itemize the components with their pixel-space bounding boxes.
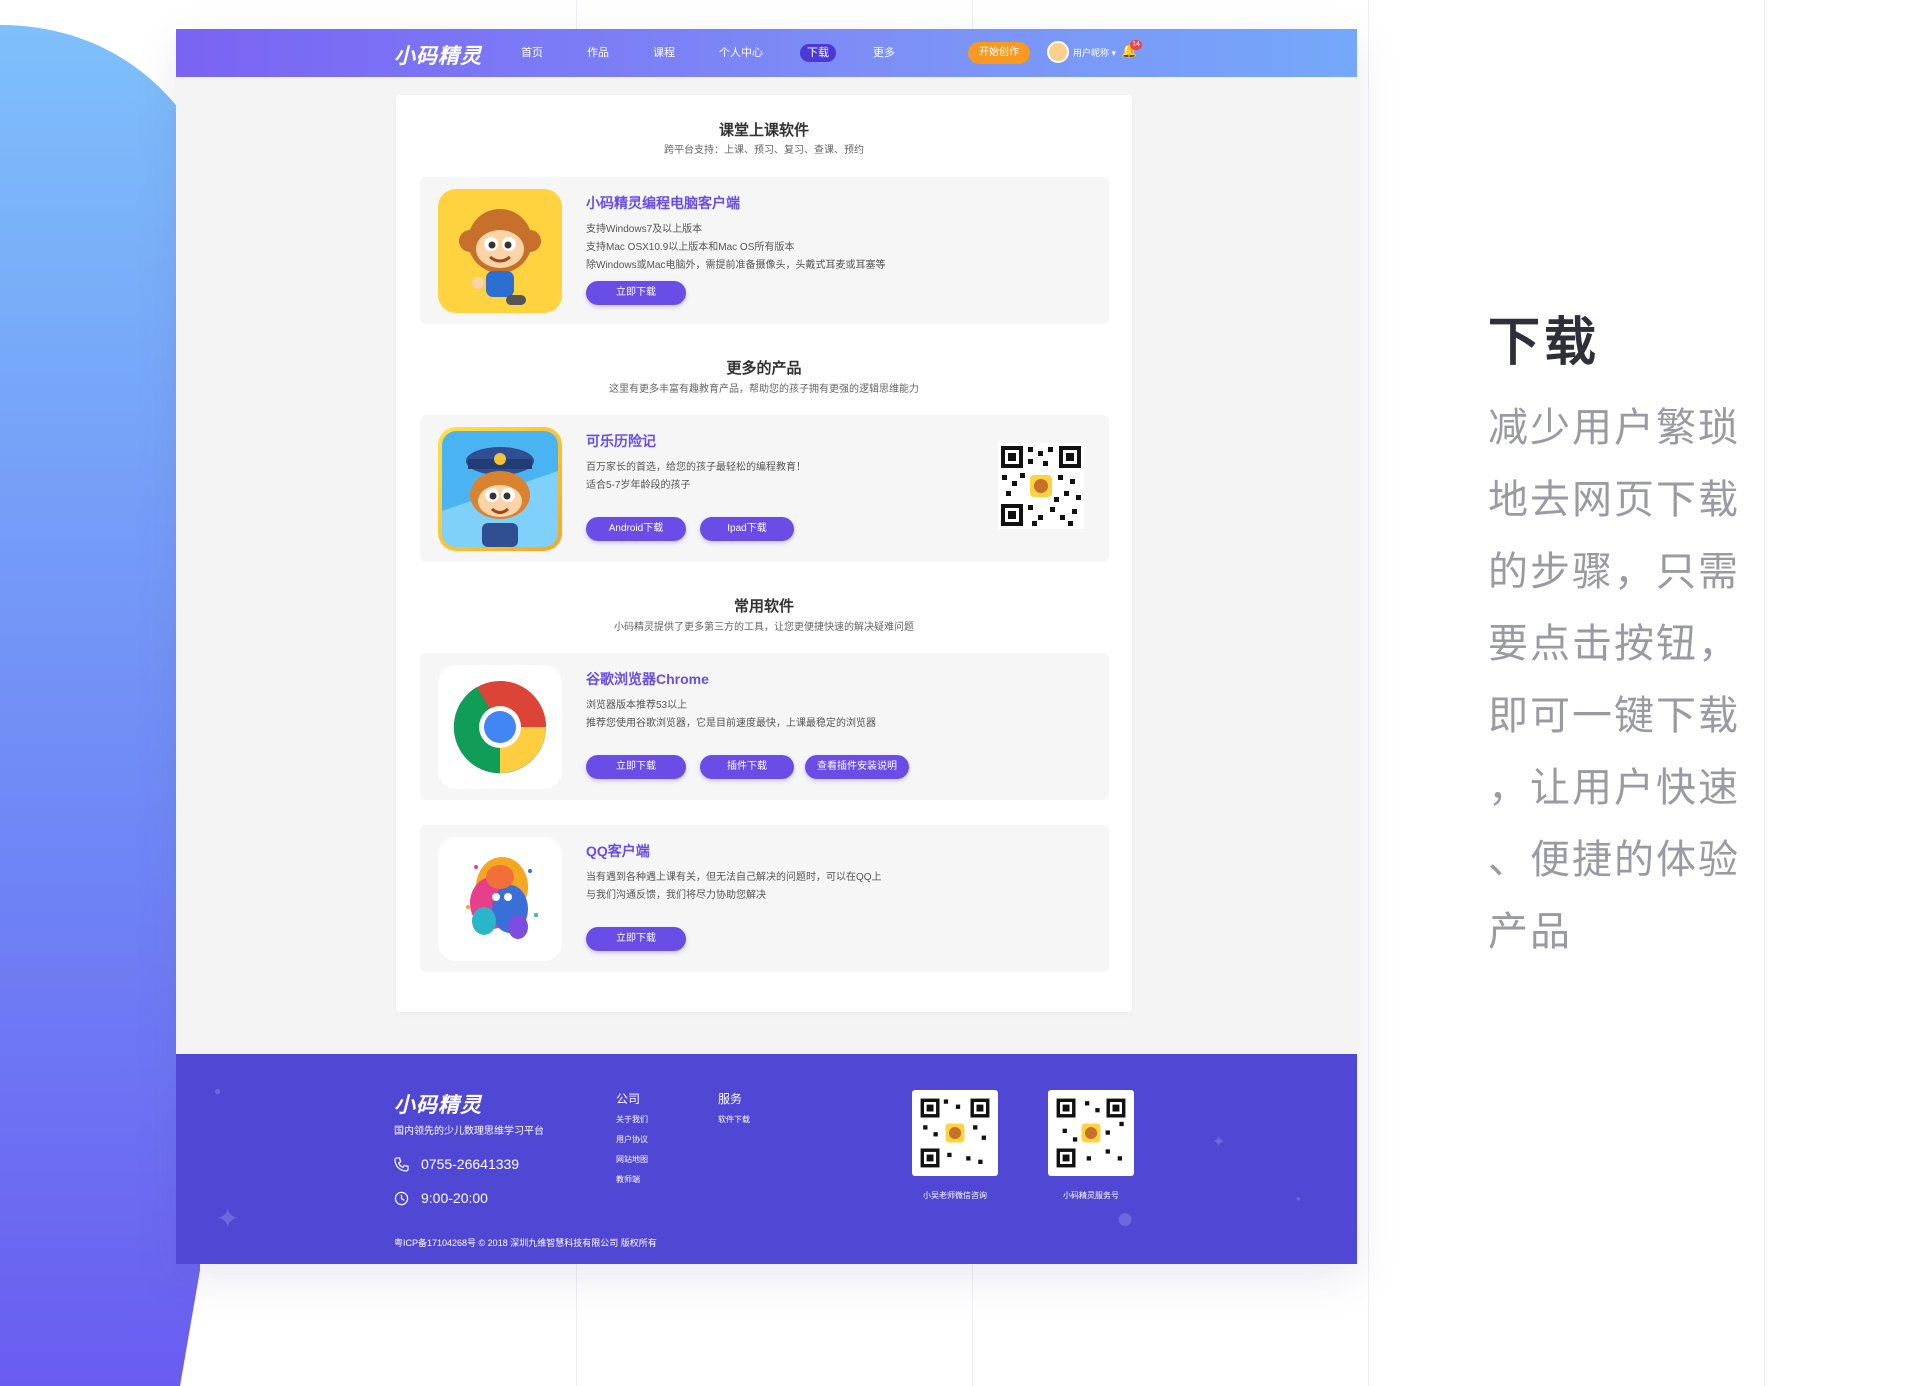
sparkle-icon: ● xyxy=(1296,1194,1301,1203)
page-title: 下载 xyxy=(1488,314,1601,372)
qr-code-icon xyxy=(912,1090,998,1176)
qq-icon xyxy=(438,837,562,961)
download-card: 课堂上课软件 跨平台支持：上课、预习、复习、查课、预约 小码精灵编程电脑客户端 … xyxy=(396,95,1132,1012)
monkey-app-icon xyxy=(438,189,562,313)
plugin-download-button[interactable]: 插件下载 xyxy=(700,755,794,779)
planet-icon: ● xyxy=(1116,1202,1135,1235)
section-subtitle: 跨平台支持：上课、预习、复习、查课、预约 xyxy=(664,145,864,156)
cola-adventure-app-icon xyxy=(438,427,562,551)
site-footer: ● ✦ ✦ ● ● 小码精灵 国内领先的少儿数理思维学习平台 0755-2664… xyxy=(176,1054,1357,1264)
footer-hours: 9:00-20:00 xyxy=(394,1190,488,1206)
footer-copyright: 粤ICP备17104268号 © 2018 深圳九维智慧科技有限公司 版权所有 xyxy=(394,1238,657,1248)
username-dropdown[interactable]: 用户昵称 ▾ xyxy=(1073,46,1116,59)
section-subtitle: 这里有更多丰富有趣教育产品，帮助您的孩子拥有更强的逻辑思维能力 xyxy=(609,384,919,395)
start-create-button[interactable]: 开始创作 xyxy=(968,42,1030,64)
item-desc-line: 当有遇到各种遇上课有关，但无法自己解决的问题时，可以在QQ上 xyxy=(586,872,882,883)
nav-item-home[interactable]: 首页 xyxy=(514,44,550,62)
qr-code-icon xyxy=(1048,1090,1134,1176)
nav-item-more[interactable]: 更多 xyxy=(866,44,902,62)
presentation-stage: 小码精灵 首页 作品 课程 个人中心 下载 更多 开始创作 用户昵称 ▾ 🔔 1… xyxy=(0,0,1920,1386)
sparkle-icon: ✦ xyxy=(1212,1134,1226,1151)
qr-caption: 小码精灵服务号 xyxy=(1063,1191,1119,1200)
section-title: 课堂上课软件 xyxy=(718,122,809,139)
section-title: 更多的产品 xyxy=(726,360,802,377)
description-line: 、便捷的体验 xyxy=(1488,838,1740,882)
phone-number: 0755-26641339 xyxy=(421,1156,520,1172)
download-item-desktop-client: 小码精灵编程电脑客户端 支持Windows7及以上版本 支持Mac OSX10.… xyxy=(420,177,1109,324)
footer-link-teacher[interactable]: 教师端 xyxy=(616,1174,640,1185)
sparkle-icon: ● xyxy=(214,1084,222,1098)
guide-line xyxy=(1764,0,1765,1386)
download-item-qq: QQ客户端 当有遇到各种遇上课有关，但无法自己解决的问题时，可以在QQ上 与我们… xyxy=(420,825,1109,972)
item-title: 可乐历险记 xyxy=(586,433,656,449)
sparkle-icon: ✦ xyxy=(216,1203,240,1234)
chrome-icon xyxy=(438,665,562,789)
item-desc-line: 浏览器版本推荐53以上 xyxy=(586,700,688,711)
item-title: 小码精灵编程电脑客户端 xyxy=(586,195,740,211)
website-mockup: 小码精灵 首页 作品 课程 个人中心 下载 更多 开始创作 用户昵称 ▾ 🔔 1… xyxy=(176,29,1357,1264)
nav-item-profile[interactable]: 个人中心 xyxy=(712,44,770,62)
footer-logo[interactable]: 小码精灵 xyxy=(394,1089,482,1119)
description-line: 要点击按钮， xyxy=(1488,622,1740,666)
guide-line xyxy=(1368,0,1369,1386)
footer-link-about[interactable]: 关于我们 xyxy=(616,1114,648,1125)
item-desc-line: 与我们沟通反馈，我们将尽力协助您解决 xyxy=(586,890,766,901)
item-desc-line: 除Windows或Mac电脑外，需提前准备摄像头，头戴式耳麦或耳塞等 xyxy=(586,260,886,271)
description-line: ，让用户快速 xyxy=(1488,766,1740,810)
item-desc-line: 推荐您使用谷歌浏览器，它是目前速度最快，上课最稳定的浏览器 xyxy=(586,718,876,729)
section-subtitle: 小码精灵提供了更多第三方的工具，让您更便捷快速的解决疑难问题 xyxy=(614,622,914,633)
footer-col-company: 公司 xyxy=(616,1092,641,1106)
top-navigation: 小码精灵 首页 作品 课程 个人中心 下载 更多 开始创作 用户昵称 ▾ 🔔 1… xyxy=(176,29,1357,77)
description-line: 减少用户繁琐 xyxy=(1488,406,1740,450)
description-line: 即可一键下载 xyxy=(1488,694,1740,738)
footer-link-software[interactable]: 软件下载 xyxy=(718,1114,750,1125)
description-line: 产品 xyxy=(1488,910,1572,954)
download-item-chrome: 谷歌浏览器Chrome 浏览器版本推荐53以上 推荐您使用谷歌浏览器，它是目前速… xyxy=(420,653,1109,800)
nav-item-courses[interactable]: 课程 xyxy=(646,44,682,62)
nav-menu: 首页 作品 课程 个人中心 下载 更多 xyxy=(514,44,932,62)
item-desc-line: 支持Windows7及以上版本 xyxy=(586,224,703,235)
android-download-button[interactable]: Android下载 xyxy=(586,517,686,541)
site-logo[interactable]: 小码精灵 xyxy=(394,40,482,70)
section-title: 常用软件 xyxy=(733,598,794,615)
chrome-download-button[interactable]: 立即下载 xyxy=(586,755,686,779)
item-desc-line: 适合5-7岁年龄段的孩子 xyxy=(586,480,691,491)
phone-icon xyxy=(394,1156,409,1172)
download-now-button[interactable]: 立即下载 xyxy=(586,281,686,305)
item-desc-line: 百万家长的首选，给您的孩子最轻松的编程教育！ xyxy=(586,462,806,473)
clock-icon xyxy=(394,1191,409,1206)
download-item-cola-adventure: 可乐历险记 百万家长的首选，给您的孩子最轻松的编程教育！ 适合5-7岁年龄段的孩… xyxy=(420,415,1109,562)
description-line: 地去网页下载 xyxy=(1488,478,1740,522)
item-title: QQ客户端 xyxy=(586,843,650,859)
qr-code-icon xyxy=(998,443,1084,529)
plugin-guide-button[interactable]: 查看插件安装说明 xyxy=(805,755,909,779)
description-line: 的步骤，只需 xyxy=(1488,550,1740,594)
item-desc-line: 支持Mac OSX10.9以上版本和Mac OS所有版本 xyxy=(586,242,795,253)
footer-phone: 0755-26641339 xyxy=(394,1156,519,1172)
footer-link-sitemap[interactable]: 网站地图 xyxy=(616,1154,648,1165)
footer-link-agreement[interactable]: 用户协议 xyxy=(616,1134,648,1145)
footer-col-service: 服务 xyxy=(718,1092,743,1106)
item-title: 谷歌浏览器Chrome xyxy=(586,671,709,687)
service-hours: 9:00-20:00 xyxy=(421,1190,488,1206)
nav-item-download[interactable]: 下载 xyxy=(800,44,836,62)
avatar[interactable] xyxy=(1047,41,1069,63)
notification-badge: 14 xyxy=(1130,40,1142,50)
footer-tagline: 国内领先的少儿数理思维学习平台 xyxy=(394,1126,544,1137)
nav-item-works[interactable]: 作品 xyxy=(580,44,616,62)
page-description: 减少用户繁琐 地去网页下载 的步骤，只需 要点击按钮， 即可一键下载 ，让用户快… xyxy=(1488,392,1743,968)
ipad-download-button[interactable]: Ipad下载 xyxy=(700,517,794,541)
qq-download-button[interactable]: 立即下载 xyxy=(586,927,686,951)
qr-caption: 小吴老师微信咨询 xyxy=(923,1191,987,1200)
